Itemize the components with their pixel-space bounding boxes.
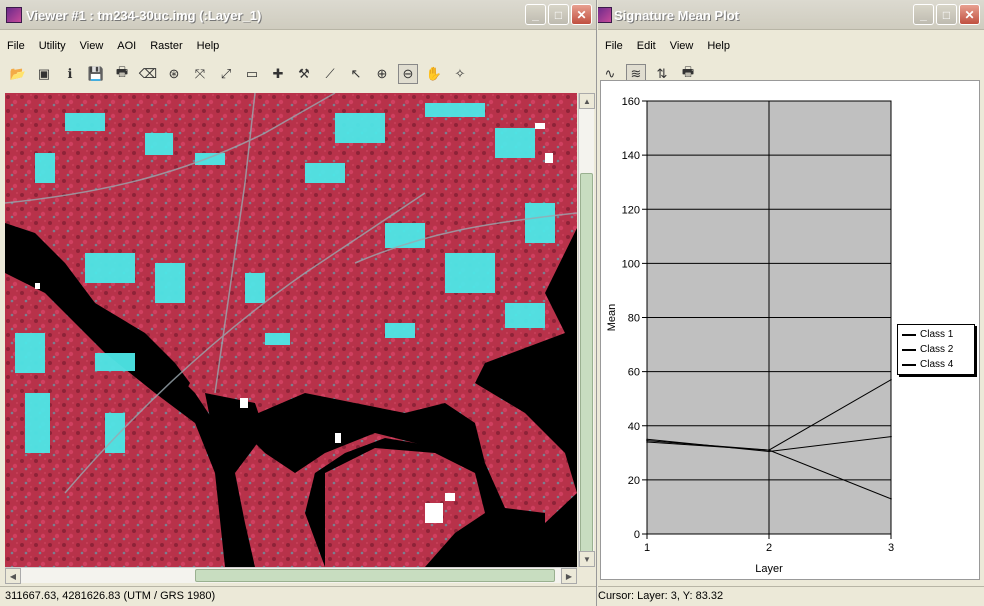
- viewer-statusbar: 311667.63, 4281626.83 (UTM / GRS 1980): [0, 586, 596, 606]
- viewer-menu-file[interactable]: File: [0, 38, 32, 56]
- ruler-icon[interactable]: ▭: [242, 64, 262, 84]
- plot-titlebar[interactable]: Signature Mean Plot _ □ ✕: [598, 0, 984, 30]
- chart-panel: 0 20 40 60 80 100 120 140 160 1 2 3 Layer Mean Class …: [600, 80, 980, 580]
- profile-icon[interactable]: ⟋: [320, 64, 340, 84]
- plot-window: Signature Mean Plot _ □ ✕ File Edit View He…: [598, 0, 984, 606]
- maximize-button[interactable]: □: [936, 4, 957, 25]
- legend-label: Class 4: [920, 359, 954, 370]
- scroll-down-button[interactable]: ▼: [579, 551, 595, 567]
- legend-swatch: [902, 333, 916, 336]
- horizontal-scroll-thumb[interactable]: [195, 569, 555, 582]
- zoom-in-icon[interactable]: ⊕: [372, 64, 392, 84]
- hammer-icon[interactable]: ⚒: [294, 64, 314, 84]
- viewer-vertical-scrollbar[interactable]: ▲ ▼: [578, 93, 595, 567]
- app-icon: [6, 7, 22, 23]
- pan-hand-icon[interactable]: ✋: [424, 64, 444, 84]
- minimize-button[interactable]: _: [525, 4, 546, 25]
- y-tick-label: 100: [622, 258, 640, 270]
- legend-label: Class 2: [920, 344, 954, 355]
- y-tick-label: 0: [634, 529, 640, 541]
- legend-entry: Class 1: [902, 327, 970, 342]
- legend-entry: Class 4: [902, 357, 970, 372]
- y-tick-label: 80: [628, 313, 640, 325]
- data-point: [890, 435, 892, 438]
- viewer-menubar: File Utility View AOI Raster Help: [0, 38, 596, 56]
- new-viewer-icon[interactable]: ▣: [34, 64, 54, 84]
- zoom-fit-icon[interactable]: ⤧: [190, 64, 210, 84]
- legend-entry: Class 2: [902, 342, 970, 357]
- y-tick-label: 60: [628, 367, 640, 379]
- plot-title: Signature Mean Plot: [614, 8, 739, 23]
- viewer-window: Viewer #1 : tm234-30uc.img (:Layer_1) _ …: [0, 0, 597, 606]
- print-icon[interactable]: 🖶: [112, 64, 132, 84]
- data-point: [890, 498, 892, 500]
- x-tick-label: 1: [644, 542, 650, 554]
- y-tick-label: 140: [622, 150, 640, 162]
- plot-menu-view[interactable]: View: [663, 38, 701, 56]
- x-tick-label: 3: [888, 542, 894, 554]
- eraser-icon[interactable]: ⌫: [138, 64, 158, 84]
- viewer-menu-raster[interactable]: Raster: [143, 38, 189, 56]
- viewer-toolbar: 📂 ▣ ℹ 💾 🖶 ⌫ ⊛ ⤧ ⤢ ▭ ✚ ⚒ ⟋ ↖ ⊕ ⊖ ✋ ✧: [0, 60, 596, 88]
- legend-label: Class 1: [920, 329, 954, 340]
- viewer-menu-aoi[interactable]: AOI: [110, 38, 143, 56]
- legend-swatch: [902, 348, 916, 351]
- plot-menu-help[interactable]: Help: [700, 38, 737, 56]
- data-point: [646, 438, 648, 441]
- satellite-image: [5, 93, 577, 567]
- info-icon[interactable]: ℹ: [60, 64, 80, 84]
- open-icon[interactable]: 📂: [8, 64, 28, 84]
- viewer-menu-utility[interactable]: Utility: [32, 38, 73, 56]
- viewer-horizontal-scrollbar[interactable]: ◀ ▶: [5, 567, 577, 584]
- vertical-scroll-thumb[interactable]: [580, 173, 593, 553]
- viewer-menu-view[interactable]: View: [73, 38, 111, 56]
- viewer-menu-help[interactable]: Help: [190, 38, 227, 56]
- plot-menu-file[interactable]: File: [598, 38, 630, 56]
- scroll-left-button[interactable]: ◀: [5, 568, 21, 584]
- close-button[interactable]: ✕: [959, 4, 980, 25]
- plot-menubar: File Edit View Help: [598, 38, 984, 56]
- maximize-button[interactable]: □: [548, 4, 569, 25]
- y-axis-label: Mean: [606, 304, 618, 332]
- x-axis-label: Layer: [755, 563, 783, 575]
- app-icon: [598, 7, 612, 23]
- save-icon[interactable]: 💾: [86, 64, 106, 84]
- viewer-title: Viewer #1 : tm234-30uc.img (:Layer_1): [26, 8, 262, 23]
- data-point: [768, 449, 770, 451]
- viewer-titlebar[interactable]: Viewer #1 : tm234-30uc.img (:Layer_1) _ …: [0, 0, 596, 30]
- minimize-button[interactable]: _: [913, 4, 934, 25]
- chart-legend: Class 1 Class 2 Class 4: [897, 324, 975, 375]
- close-button[interactable]: ✕: [571, 4, 592, 25]
- crosshair-icon[interactable]: ✚: [268, 64, 288, 84]
- fullscreen-icon[interactable]: ⤢: [216, 64, 236, 84]
- y-tick-label: 40: [628, 421, 640, 433]
- magic-wand-icon[interactable]: ✧: [450, 64, 470, 84]
- zoom-out-icon[interactable]: ⊖: [398, 64, 418, 84]
- image-canvas[interactable]: [5, 93, 577, 567]
- y-tick-label: 120: [622, 204, 640, 216]
- data-point: [890, 378, 892, 381]
- scroll-right-button[interactable]: ▶: [561, 568, 577, 584]
- data-point: [646, 441, 648, 443]
- plot-statusbar: Cursor: Layer: 3, Y: 83.32: [598, 586, 984, 606]
- y-tick-label: 20: [628, 475, 640, 487]
- y-tick-label: 160: [622, 96, 640, 108]
- pointer-icon[interactable]: ↖: [346, 64, 366, 84]
- scroll-up-button[interactable]: ▲: [579, 93, 595, 109]
- legend-swatch: [902, 363, 916, 366]
- target-icon[interactable]: ⊛: [164, 64, 184, 84]
- x-tick-label: 2: [766, 542, 772, 554]
- plot-menu-edit[interactable]: Edit: [630, 38, 663, 56]
